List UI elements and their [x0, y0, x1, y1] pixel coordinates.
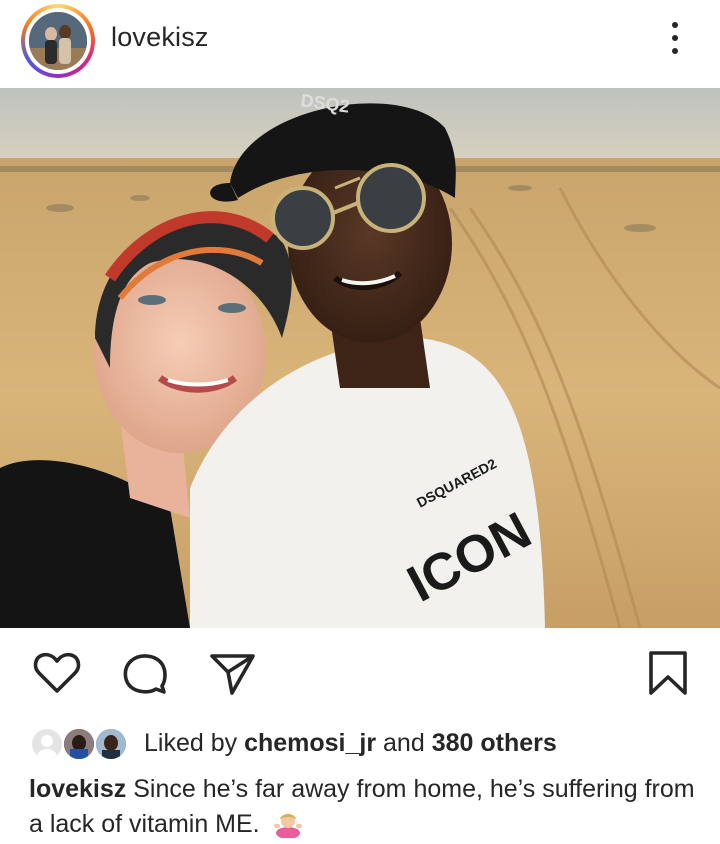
more-vertical-icon — [672, 22, 678, 28]
liker-username[interactable]: chemosi_jr — [244, 729, 376, 757]
bookmark-icon — [649, 651, 687, 695]
post-header: lovekisz — [0, 0, 720, 88]
comment-button[interactable] — [120, 648, 170, 698]
heart-icon — [33, 652, 81, 693]
post-actions — [0, 640, 720, 708]
share-button[interactable] — [207, 648, 257, 698]
send-icon — [210, 654, 255, 695]
story-avatar[interactable] — [21, 4, 95, 78]
like-button[interactable] — [32, 648, 82, 698]
post-caption: lovekisz Since he’s far away from home, … — [29, 772, 699, 842]
liker-avatar — [30, 727, 64, 761]
liker-avatar — [94, 727, 128, 761]
comment-icon — [123, 654, 167, 694]
save-button[interactable] — [643, 648, 693, 698]
likes-count[interactable]: 380 others — [432, 729, 557, 757]
avatar — [29, 12, 87, 70]
post-photo[interactable]: DSQ2 DSQUARED2 ICON — [0, 88, 720, 628]
likes-row[interactable]: Liked by chemosi_jr and 380 others — [0, 720, 720, 766]
post-username[interactable]: lovekisz — [111, 22, 209, 53]
liker-avatar — [62, 727, 96, 761]
caption-username[interactable]: lovekisz — [29, 775, 126, 803]
likes-summary: Liked by chemosi_jr and 380 others — [144, 729, 557, 757]
person-shrugging-emoji — [273, 814, 302, 838]
caption-text: Since he’s far away from home, he’s suff… — [29, 775, 695, 838]
more-options-button[interactable] — [655, 14, 695, 62]
